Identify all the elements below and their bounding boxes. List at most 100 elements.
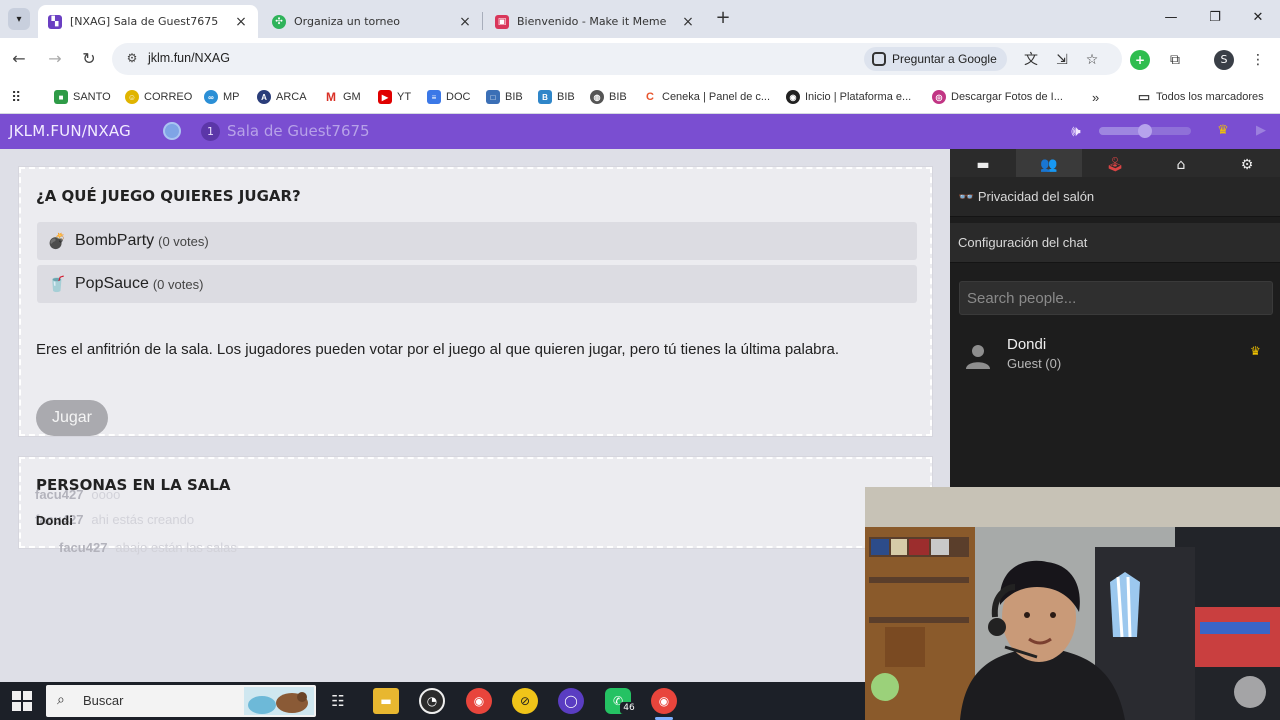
extensions-puzzle-icon[interactable]: ⧉ <box>1165 50 1185 70</box>
game-name: PopSauce <box>75 275 149 292</box>
chat-config-label: Configuración del chat <box>958 235 1088 250</box>
close-icon[interactable]: × <box>681 14 695 30</box>
crown-icon[interactable]: ♛ <box>1213 122 1233 140</box>
bomb-icon: 💣 <box>47 232 67 250</box>
folder-green-icon: ■ <box>54 90 68 104</box>
bookmark-santo[interactable]: ■ SANTO <box>54 88 111 106</box>
youtube-icon: ▶ <box>378 90 392 104</box>
bookmark-descargar[interactable]: ◎ Descargar Fotos de I... <box>932 88 1063 106</box>
search-icon: ⌕ <box>57 692 65 708</box>
new-tab-button[interactable]: + <box>714 9 732 27</box>
chrome-active-icon[interactable]: ◉ <box>651 688 677 714</box>
chat-overlay-line: facu427 abajo están las salas <box>59 536 259 559</box>
file-explorer-icon[interactable]: ▬ <box>373 688 399 714</box>
bookmark-bib[interactable]: ◍ BIB <box>590 88 627 106</box>
popsauce-icon: 🥤 <box>47 275 67 293</box>
webcam-overlay <box>865 487 1280 720</box>
chat-message: abajo están las salas <box>115 540 237 555</box>
host-crown-icon: ♛ <box>1250 344 1261 358</box>
chat-config-section[interactable]: Configuración del chat <box>950 223 1280 263</box>
close-icon[interactable]: × <box>234 14 248 30</box>
site-settings-icon[interactable]: ⚙ <box>124 51 140 67</box>
globe-icon[interactable] <box>163 122 181 140</box>
clover-icon: ✣ <box>272 14 286 29</box>
task-view-icon[interactable]: ☷ <box>325 688 351 714</box>
bookmark-gm[interactable]: M GM <box>324 88 361 106</box>
vote-card-title: ¿A QUÉ JUEGO QUIERES JUGAR? <box>36 187 301 205</box>
jklm-icon: ▚ <box>48 14 62 29</box>
bookmark-mp[interactable]: ∞ MP <box>204 88 240 106</box>
bookmark-star-icon[interactable]: ☆ <box>1083 51 1101 69</box>
play-button[interactable]: Jugar <box>36 400 108 436</box>
tab-divider <box>482 12 483 30</box>
game-option-bombparty[interactable]: 💣 BombParty (0 votes) <box>37 222 917 260</box>
chrome-icon[interactable]: ◉ <box>466 688 492 714</box>
forward-icon[interactable]: → <box>44 48 66 70</box>
main-content: ¿A QUÉ JUEGO QUIERES JUGAR? 💣 BombParty … <box>0 149 950 682</box>
close-icon[interactable]: × <box>458 14 472 30</box>
plex-icon[interactable]: ⊘ <box>512 688 538 714</box>
site-title[interactable]: JKLM.FUN/NXAG <box>9 122 131 140</box>
extension-plus-icon[interactable]: + <box>1130 50 1150 70</box>
reload-icon[interactable]: ↻ <box>78 48 100 70</box>
back-icon[interactable]: ← <box>8 48 30 70</box>
chat-author: facu427 <box>35 487 84 502</box>
url-text[interactable]: jklm.fun/NXAG <box>148 51 230 65</box>
bookmark-bib[interactable]: □ BIB <box>486 88 523 106</box>
google-lens-icon <box>872 52 886 66</box>
bookmarks-bar: ⠿ ■ SANTO ☺ CORREO ∞ MP A ARCA M GM ▶ YT ≡ DOC … <box>0 80 1280 114</box>
bib-icon: □ <box>486 90 500 104</box>
room-privacy-section[interactable]: 👓 Privacidad del salón <box>950 177 1280 217</box>
address-bar[interactable]: ⚙ jklm.fun/NXAG Preguntar a Google 文 ⇲ ☆ <box>112 43 1122 75</box>
browser-tab-active[interactable]: ▚ [NXAG] Sala de Guest7675 × <box>38 5 258 38</box>
apps-grid-icon[interactable]: ⠿ <box>11 88 21 106</box>
minimize-icon[interactable]: — <box>1161 8 1181 28</box>
bookmark-arca[interactable]: A ARCA <box>257 88 307 106</box>
mercadopago-icon: ∞ <box>204 90 218 104</box>
chat-overlay-line: facu427 oooo <box>35 487 120 502</box>
bookmark-label: Descargar Fotos de I... <box>951 91 1063 103</box>
room-member-host[interactable]: Dondi <box>36 513 73 528</box>
person-row[interactable]: Dondi Guest (0) ♛ <box>950 332 1280 376</box>
game-name: BombParty <box>75 232 155 249</box>
more-bookmarks-icon[interactable]: » <box>1092 88 1099 106</box>
window-close-icon[interactable]: ✕ <box>1248 8 1268 28</box>
browser-tab[interactable]: ✣ Organiza un torneo × <box>262 5 482 38</box>
game-votes: (0 votes) <box>152 276 204 292</box>
kebab-menu-icon[interactable]: ⋮ <box>1248 50 1268 70</box>
ask-google-button[interactable]: Preguntar a Google <box>864 47 1007 71</box>
volume-icon[interactable]: 🕪 <box>1066 122 1086 140</box>
all-bookmarks-folder[interactable]: ▭ Todos los marcadores <box>1137 88 1264 106</box>
bookmark-plataforma[interactable]: ◉ Inicio | Plataforma e... <box>786 88 911 106</box>
person-role: Guest (0) <box>1007 356 1062 371</box>
bookmark-bib[interactable]: B BIB <box>538 88 575 106</box>
chat-message: ahi estás creando <box>91 512 195 527</box>
bookmark-label: Todos los marcadores <box>1156 91 1264 103</box>
windows-start-icon[interactable] <box>12 691 32 711</box>
tab-title: Bienvenido - Make it Meme <box>517 15 667 28</box>
restore-icon[interactable]: ❐ <box>1205 8 1225 28</box>
bookmark-correo[interactable]: ☺ CORREO <box>125 88 192 106</box>
volume-slider[interactable] <box>1099 124 1191 138</box>
room-player-count: 1 <box>201 122 220 141</box>
media-player-icon[interactable]: ◯ <box>558 688 584 714</box>
host-message: Eres el anfitrión de la sala. Los jugado… <box>36 341 840 358</box>
game-vote-card: ¿A QUÉ JUEGO QUIERES JUGAR? 💣 BombParty … <box>19 167 932 436</box>
platform-icon: ◉ <box>786 90 800 104</box>
game-header: JKLM.FUN/NXAG 1 Sala de Guest7675 🕪 ♛ ▶ <box>0 114 1280 149</box>
tab-search-icon[interactable]: ▾ <box>8 8 30 30</box>
play-arrow-icon[interactable]: ▶ <box>1253 123 1269 139</box>
translate-icon[interactable]: 文 <box>1022 51 1040 69</box>
profile-avatar[interactable]: S <box>1214 50 1234 70</box>
volume-knob[interactable] <box>1138 124 1152 138</box>
install-app-icon[interactable]: ⇲ <box>1053 51 1071 69</box>
browser-tab[interactable]: ▣ Bienvenido - Make it Meme × <box>485 5 705 38</box>
game-option-popsauce[interactable]: 🥤 PopSauce (0 votes) <box>37 265 917 303</box>
bookmark-ceneka[interactable]: C Ceneka | Panel de c... <box>643 88 770 106</box>
bookmark-yt[interactable]: ▶ YT <box>378 88 411 106</box>
taskbar-search[interactable]: ⌕ Buscar <box>46 685 316 717</box>
bookmark-doc[interactable]: ≡ DOC <box>427 88 470 106</box>
clock-app-icon[interactable]: ◔ <box>419 688 445 714</box>
search-people-input[interactable] <box>959 281 1273 315</box>
privacy-text: Privacidad del salón <box>977 189 1095 204</box>
